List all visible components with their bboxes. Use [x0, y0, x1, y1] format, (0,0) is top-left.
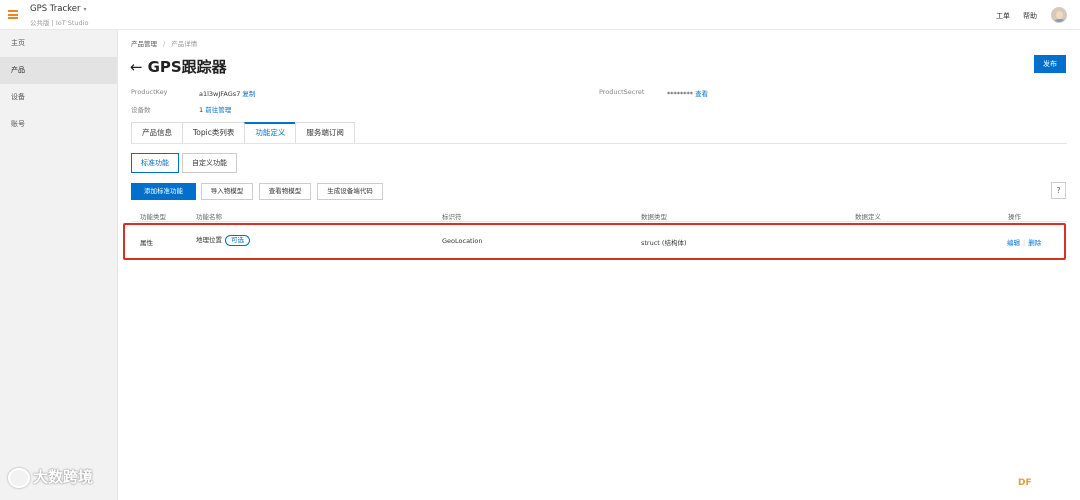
help-link[interactable]: 帮助	[1023, 11, 1037, 21]
col-header-data-definition: 数据定义	[855, 213, 881, 221]
table-row	[123, 223, 1066, 260]
watermark-text: 大数跨境	[33, 468, 94, 486]
product-key-label: ProductKey	[131, 88, 168, 96]
row-identifier: GeoLocation	[442, 237, 483, 245]
action-separator: |	[1023, 239, 1026, 247]
tab-divider	[131, 143, 1067, 144]
copy-link[interactable]: 复制	[242, 90, 255, 98]
sidebar-item-home[interactable]: 主页	[0, 30, 117, 57]
table-header-divider	[131, 221, 1067, 222]
ticket-link[interactable]: 工单	[996, 11, 1010, 21]
col-header-type: 功能类型	[140, 213, 166, 221]
chevron-down-icon: ▾	[83, 6, 87, 13]
col-header-name: 功能名称	[196, 213, 222, 221]
breadcrumb-current: 产品详情	[171, 40, 198, 48]
breadcrumb-root[interactable]: 产品管理	[131, 40, 157, 48]
tab-product-info[interactable]: 产品信息	[131, 122, 182, 144]
generate-code-button[interactable]: 生成设备端代码	[317, 183, 383, 200]
watermark-logo-icon	[8, 467, 30, 488]
app-title: GPS Tracker	[30, 4, 81, 14]
help-icon[interactable]: ?	[1051, 182, 1066, 199]
product-key-value: a1l3wJFAGs7	[199, 90, 241, 98]
sidebar: 主页 产品 设备 账号	[0, 30, 118, 500]
view-secret-link[interactable]: 查看	[695, 90, 708, 98]
tab-feature-definition[interactable]: 功能定义	[244, 122, 296, 144]
top-bar: GPS Tracker ▾ 公共版 | IoT Studio 工单 帮助	[0, 0, 1080, 30]
col-header-actions: 操作	[1008, 213, 1021, 221]
product-secret-label: ProductSecret	[599, 88, 645, 96]
subtab-standard[interactable]: 标准功能	[131, 153, 179, 173]
corner-logo: DF	[1018, 478, 1032, 488]
import-model-button[interactable]: 导入物模型	[201, 183, 253, 200]
app-subtitle: 公共版 | IoT Studio	[30, 19, 89, 27]
page-title-text: GPS跟踪器	[147, 58, 227, 76]
row-data-type: struct (结构体)	[641, 239, 687, 247]
page-title: ← GPS跟踪器	[130, 56, 227, 77]
view-model-button[interactable]: 查看物模型	[259, 183, 311, 200]
watermark: 大数跨境	[8, 466, 93, 488]
avatar[interactable]	[1051, 7, 1067, 23]
sidebar-item-devices[interactable]: 设备	[0, 84, 117, 111]
publish-button[interactable]: 发布	[1034, 55, 1066, 73]
col-header-identifier: 标识符	[442, 213, 462, 221]
add-standard-feature-button[interactable]: 添加标准功能	[131, 183, 196, 200]
sidebar-item-accounts[interactable]: 账号	[0, 111, 117, 138]
breadcrumb: 产品管理 / 产品详情	[131, 38, 197, 48]
product-secret-row: ******** 查看	[667, 88, 708, 98]
optional-badge: 可选	[225, 234, 250, 246]
main-content: 产品管理 / 产品详情 ← GPS跟踪器 发布 ProductKey a1l3wJFA…	[118, 30, 1080, 500]
col-header-data-type: 数据类型	[641, 213, 667, 221]
device-count-value: 1	[199, 106, 204, 114]
device-count-label: 设备数	[131, 106, 151, 114]
go-manage-link[interactable]: 前往管理	[205, 106, 231, 114]
product-key-row: a1l3wJFAGs7 复制	[199, 88, 255, 98]
menu-icon[interactable]	[8, 10, 18, 19]
back-arrow-icon[interactable]: ←	[130, 58, 143, 76]
device-count-row: 1 前往管理	[199, 104, 231, 114]
row-actions: 编辑 | 删除	[1007, 237, 1041, 247]
tab-topic-list[interactable]: Topic类列表	[182, 122, 245, 144]
row-feature-type: 属性	[140, 239, 153, 247]
sidebar-item-products[interactable]: 产品	[0, 57, 117, 84]
app-switcher[interactable]: GPS Tracker ▾	[30, 4, 87, 14]
delete-link[interactable]: 删除	[1028, 239, 1041, 247]
subtab-custom[interactable]: 自定义功能	[182, 153, 237, 173]
row-feature-name-text: 地理位置	[196, 236, 222, 244]
tab-bar: 产品信息 Topic类列表 功能定义 服务端订阅	[131, 122, 355, 144]
tab-server-subscription[interactable]: 服务端订阅	[295, 122, 355, 144]
edit-link[interactable]: 编辑	[1007, 239, 1020, 247]
breadcrumb-separator: /	[163, 40, 166, 48]
product-secret-value: ********	[667, 90, 693, 98]
row-feature-name: 地理位置 可选	[196, 234, 250, 246]
